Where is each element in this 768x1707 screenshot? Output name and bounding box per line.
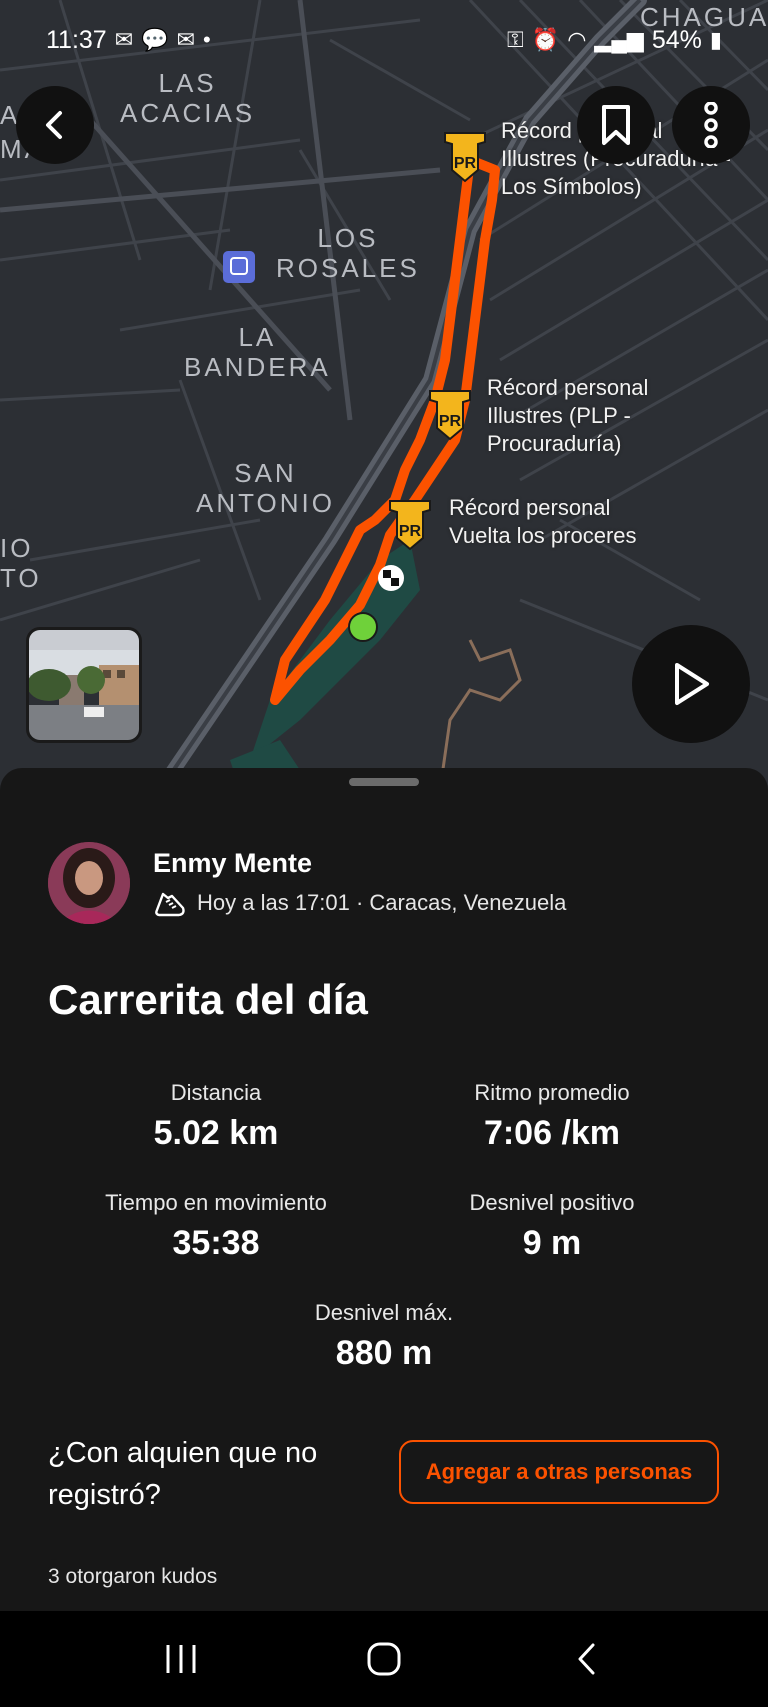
status-bar: 11:37 ✉ 💬 ✉ • ⚿ ⏰ ◠ ▂▄▆ 54% ▮	[0, 0, 768, 80]
back-icon	[578, 1643, 595, 1675]
play-flyover-button[interactable]	[632, 625, 750, 743]
activity-photo-thumbnail[interactable]	[26, 627, 142, 743]
recents-button[interactable]	[141, 1629, 221, 1689]
place-edge-3: IO TO	[0, 533, 42, 593]
athlete-photo	[48, 842, 130, 924]
signal-icon: ▂▄▆	[594, 27, 644, 52]
avatar[interactable]	[48, 842, 130, 924]
alarm-icon: ⏰	[531, 27, 560, 52]
add-others-button[interactable]: Agregar a otras personas	[399, 1440, 719, 1504]
chat-icon: 💬	[141, 27, 169, 52]
activity-meta: Hoy a las 17:01 · Caracas, Venezuela	[153, 888, 566, 918]
back-button[interactable]	[16, 86, 94, 164]
home-button[interactable]	[344, 1629, 424, 1689]
add-others-prompt: ¿Con alquien que no registró?	[48, 1437, 318, 1511]
pr-label-3: Récord personal Vuelta los proceres	[449, 495, 637, 548]
more-options-button[interactable]	[672, 86, 750, 164]
stat-label: Desnivel máx.	[314, 1300, 454, 1325]
stat-label: Ritmo promedio	[474, 1080, 630, 1105]
place-la-bandera: LA BANDERA	[184, 322, 331, 382]
kudos-count[interactable]: 3 otorgaron kudos	[48, 1565, 217, 1589]
athlete-name[interactable]: Enmy Mente	[153, 848, 312, 879]
run-shoe-icon	[155, 892, 185, 917]
bookmark-button[interactable]	[577, 86, 655, 164]
dot-icon: •	[203, 27, 211, 52]
activity-sheet: Enmy Mente Hoy a las 17:01 · Caracas, Ve…	[0, 768, 768, 1611]
svg-text:PR: PR	[399, 523, 422, 540]
pr-badge-icon[interactable]: PR	[442, 130, 488, 184]
nav-back-button[interactable]	[547, 1629, 627, 1689]
activity-date-location: Hoy a las 17:01 · Caracas, Venezuela	[197, 890, 567, 915]
vpn-key-icon: ⚿	[507, 27, 524, 52]
stat-value: 880 m	[335, 1334, 433, 1372]
stat-moving-time: Tiempo en movimiento 35:38	[46, 1190, 386, 1263]
svg-text:PR: PR	[454, 155, 477, 172]
pr-badge-icon[interactable]: PR	[427, 388, 473, 442]
home-icon	[367, 1642, 401, 1676]
recents-icon	[166, 1645, 196, 1673]
stat-label: Distancia	[170, 1080, 262, 1105]
battery-percent: 54%	[651, 25, 702, 54]
stat-distance: Distancia 5.02 km	[46, 1080, 386, 1153]
stat-value: 9 m	[522, 1224, 582, 1262]
wifi-icon: ◠	[567, 27, 587, 52]
gmail-icon: ✉	[176, 27, 195, 52]
gmail-icon: ✉	[114, 27, 134, 52]
clock: 11:37	[46, 25, 107, 54]
stat-elevation-gain: Desnivel positivo 9 m	[382, 1190, 722, 1263]
chevron-left-icon	[46, 111, 62, 139]
pr-label-2: Récord personal Illustres (PLP - Procura…	[487, 375, 649, 456]
place-los-rosales: LOS ROSALES	[276, 223, 420, 283]
battery-icon: ▮	[709, 27, 722, 52]
stat-label: Tiempo en movimiento	[105, 1190, 327, 1215]
activity-title: Carrerita del día	[48, 976, 368, 1023]
stat-value: 35:38	[172, 1224, 260, 1262]
stat-max-elevation: Desnivel máx. 880 m	[214, 1300, 554, 1373]
drag-handle[interactable]	[349, 778, 419, 786]
pr-badge-icon[interactable]: PR	[387, 498, 433, 552]
street-photo	[29, 630, 139, 740]
system-nav-bar	[0, 1611, 768, 1707]
bookmark-icon	[602, 105, 630, 145]
svg-text:PR: PR	[439, 413, 462, 430]
stat-pace: Ritmo promedio 7:06 /km	[382, 1080, 722, 1153]
place-san-antonio: SAN ANTONIO	[196, 458, 335, 518]
stat-value: 7:06 /km	[483, 1114, 621, 1152]
finish-marker	[378, 565, 404, 591]
stat-label: Desnivel positivo	[469, 1190, 635, 1215]
more-vertical-icon	[704, 102, 718, 148]
route-map[interactable]: LAS ACACIAS CHAGUA LOS ROSALES LA BANDER…	[0, 0, 768, 790]
stat-value: 5.02 km	[153, 1114, 279, 1152]
play-icon	[675, 663, 709, 705]
